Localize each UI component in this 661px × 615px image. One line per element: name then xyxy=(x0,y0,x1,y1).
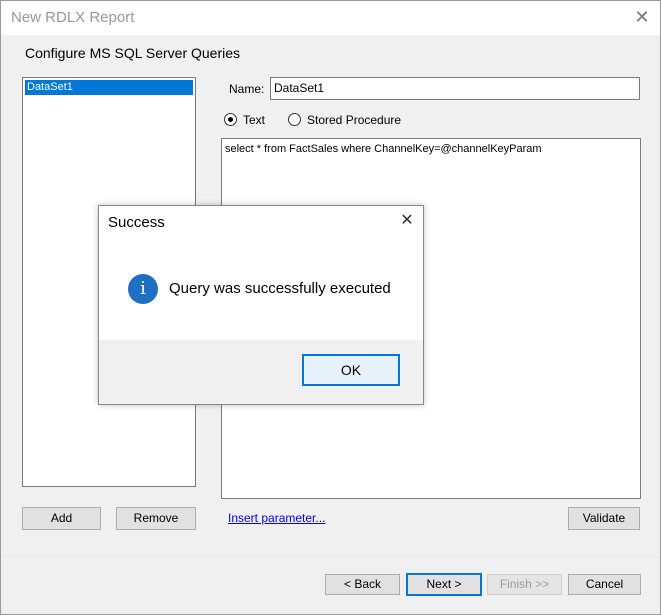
name-label: Name: xyxy=(229,82,265,96)
info-icon: i xyxy=(128,274,158,304)
radio-stored-procedure[interactable] xyxy=(288,113,301,126)
next-button[interactable]: Next > xyxy=(406,573,482,596)
dialog-body: Success ✕ i Query was successfully execu… xyxy=(99,206,423,340)
name-input[interactable]: DataSet1 xyxy=(270,77,640,100)
dialog-title: Success xyxy=(108,214,165,231)
window-title: New RDLX Report xyxy=(11,9,135,26)
finish-button[interactable]: Finish >> xyxy=(487,574,562,595)
remove-button[interactable]: Remove xyxy=(116,507,196,530)
radio-selected-dot xyxy=(228,117,233,122)
dialog-close-icon[interactable]: ✕ xyxy=(397,211,417,231)
window-close-icon[interactable]: ✕ xyxy=(631,6,653,28)
title-bar: New RDLX Report ✕ xyxy=(1,1,660,35)
cancel-button[interactable]: Cancel xyxy=(568,574,641,595)
page-subtitle: Configure MS SQL Server Queries xyxy=(25,45,241,61)
validate-button[interactable]: Validate xyxy=(568,507,640,530)
ok-button[interactable]: OK xyxy=(302,354,400,386)
dialog-message: Query was successfully executed xyxy=(169,280,391,297)
footer-separator xyxy=(2,556,659,557)
insert-parameter-link[interactable]: Insert parameter... xyxy=(228,511,325,525)
back-button[interactable]: < Back xyxy=(325,574,400,595)
add-button[interactable]: Add xyxy=(22,507,101,530)
radio-text[interactable] xyxy=(224,113,237,126)
radio-text-label: Text xyxy=(243,113,266,127)
list-item-dataset1[interactable]: DataSet1 xyxy=(25,80,193,95)
radio-stored-procedure-label: Stored Procedure xyxy=(307,113,402,127)
success-dialog: Success ✕ i Query was successfully execu… xyxy=(98,205,424,405)
